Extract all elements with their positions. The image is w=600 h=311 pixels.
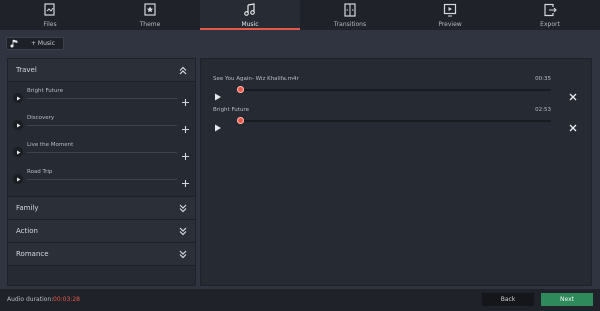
track-progress bbox=[27, 179, 177, 180]
back-button[interactable]: Back bbox=[482, 293, 534, 306]
track-name: Bright Future bbox=[27, 88, 63, 94]
seek-handle[interactable] bbox=[237, 117, 244, 124]
chevron-down-icon[interactable] bbox=[179, 203, 187, 213]
clip-seek-bar[interactable] bbox=[238, 120, 551, 122]
travel-track-list: Bright Future Discovery Live the Moment … bbox=[8, 82, 195, 197]
timeline-clip: Bright Future 02:53 bbox=[213, 107, 583, 137]
category-title: Romance bbox=[16, 250, 49, 258]
category-romance[interactable]: Romance bbox=[8, 243, 195, 266]
preview-icon bbox=[442, 3, 458, 17]
tab-files[interactable]: Files bbox=[0, 0, 100, 30]
tab-bar: Files Theme Music Transitions Preview Ex… bbox=[0, 0, 600, 30]
clip-seek-bar[interactable] bbox=[238, 89, 551, 91]
tab-label: Export bbox=[540, 21, 560, 28]
list-item[interactable]: Discovery bbox=[8, 111, 195, 138]
track-name: Discovery bbox=[27, 115, 55, 121]
add-icon[interactable] bbox=[181, 119, 190, 133]
add-icon[interactable] bbox=[181, 146, 190, 160]
theme-icon bbox=[142, 3, 158, 17]
tab-label: Preview bbox=[438, 21, 462, 28]
chevron-down-icon[interactable] bbox=[179, 249, 187, 259]
clip-name: Bright Future bbox=[213, 107, 249, 113]
clip-duration: 02:53 bbox=[535, 107, 551, 113]
category-title: Family bbox=[16, 204, 39, 212]
clip-name: See You Again- Wiz Khalifa.m4r bbox=[213, 76, 299, 82]
play-icon[interactable] bbox=[13, 120, 23, 130]
chevron-down-icon[interactable] bbox=[179, 226, 187, 236]
list-item[interactable]: Live the Moment bbox=[8, 138, 195, 165]
music-timeline: See You Again- Wiz Khalifa.m4r 00:35 Bri… bbox=[200, 58, 592, 286]
tab-label: Files bbox=[43, 21, 57, 28]
transitions-icon bbox=[342, 3, 358, 17]
audio-duration-label: Audio duration: bbox=[7, 296, 54, 303]
tab-theme[interactable]: Theme bbox=[100, 0, 200, 30]
add-music-button[interactable]: + Music bbox=[6, 37, 64, 50]
files-icon bbox=[42, 3, 58, 17]
tab-music[interactable]: Music bbox=[200, 0, 300, 30]
play-icon[interactable] bbox=[13, 147, 23, 157]
track-name: Road Trip bbox=[27, 169, 53, 175]
tab-label: Music bbox=[241, 21, 259, 28]
category-title: Travel bbox=[16, 66, 37, 74]
close-icon[interactable] bbox=[569, 86, 577, 101]
chevron-up-icon[interactable] bbox=[179, 65, 187, 75]
play-icon[interactable] bbox=[13, 174, 23, 184]
tab-preview[interactable]: Preview bbox=[400, 0, 500, 30]
tab-label: Theme bbox=[139, 21, 161, 28]
music-library: Travel Bright Future Discovery Live the … bbox=[7, 58, 196, 286]
add-music-bar: + Music bbox=[0, 30, 600, 56]
music-icon bbox=[242, 3, 258, 17]
clip-duration: 00:35 bbox=[535, 76, 551, 82]
category-travel[interactable]: Travel bbox=[8, 59, 195, 82]
music-note-icon bbox=[7, 39, 21, 48]
category-family[interactable]: Family bbox=[8, 197, 195, 220]
play-icon[interactable] bbox=[13, 93, 23, 103]
track-progress bbox=[27, 98, 177, 99]
footer-bar: Audio duration: 00:03:28 Back Next bbox=[0, 289, 600, 311]
audio-duration-value: 00:03:28 bbox=[53, 296, 80, 303]
tab-label: Transitions bbox=[333, 21, 367, 28]
add-music-label: + Music bbox=[31, 40, 56, 47]
timeline-clip: See You Again- Wiz Khalifa.m4r 00:35 bbox=[213, 76, 583, 106]
add-icon[interactable] bbox=[181, 173, 190, 187]
tab-transitions[interactable]: Transitions bbox=[300, 0, 400, 30]
list-item[interactable]: Road Trip bbox=[8, 165, 195, 192]
export-icon bbox=[542, 3, 558, 17]
track-progress bbox=[27, 125, 177, 126]
track-progress bbox=[27, 152, 177, 153]
close-icon[interactable] bbox=[569, 117, 577, 132]
tab-export[interactable]: Export bbox=[500, 0, 600, 30]
next-button[interactable]: Next bbox=[541, 293, 593, 306]
play-icon[interactable] bbox=[214, 117, 222, 132]
category-action[interactable]: Action bbox=[8, 220, 195, 243]
category-title: Action bbox=[16, 227, 38, 235]
play-icon[interactable] bbox=[214, 86, 222, 101]
seek-handle[interactable] bbox=[237, 86, 244, 93]
list-item[interactable]: Bright Future bbox=[8, 84, 195, 111]
track-name: Live the Moment bbox=[27, 142, 74, 148]
add-icon[interactable] bbox=[181, 92, 190, 106]
